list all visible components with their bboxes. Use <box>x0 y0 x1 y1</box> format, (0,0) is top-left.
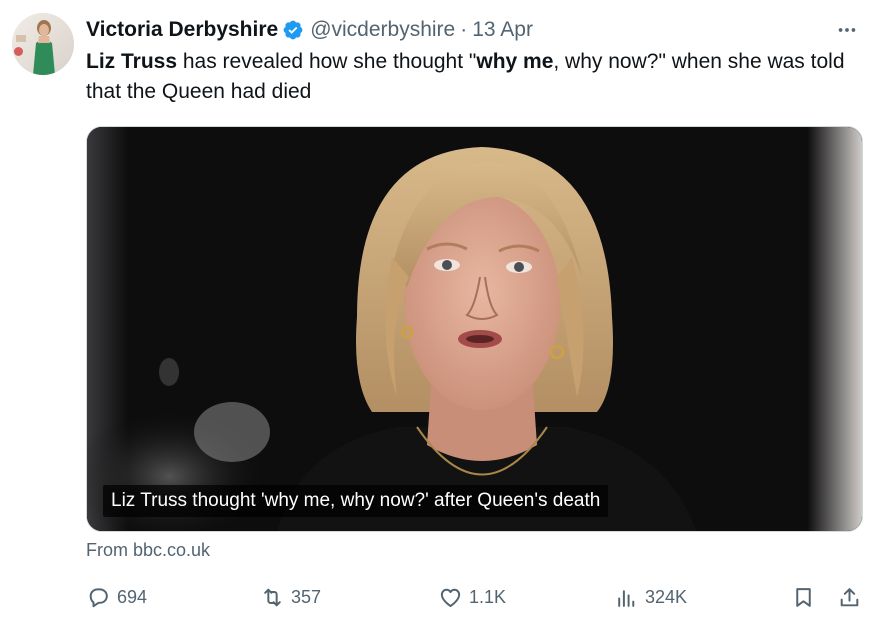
author-display-name[interactable]: Victoria Derbyshire <box>86 18 278 42</box>
tweet-action-bar: 694 357 1.1K 324K <box>86 580 876 614</box>
more-options-button[interactable] <box>832 15 862 45</box>
separator-dot: · <box>460 18 468 41</box>
like-icon <box>440 588 461 607</box>
tweet-text-segment: has revealed how she thought " <box>177 50 477 73</box>
like-count: 1.1K <box>469 586 507 607</box>
like-button[interactable]: 1.1K <box>438 580 506 614</box>
tweet-header: Victoria Derbyshire @vicderbyshire · 13 … <box>86 15 862 45</box>
media-video-card[interactable]: Liz Truss thought 'why me, why now?' aft… <box>86 126 863 532</box>
tweet-text: Liz Truss has revealed how she thought "… <box>86 47 876 107</box>
repost-icon <box>264 588 281 606</box>
bookmark-button[interactable] <box>791 580 816 614</box>
video-thumbnail <box>87 127 862 531</box>
views-button[interactable]: 324K <box>614 580 687 614</box>
tweet-date[interactable]: 13 Apr <box>472 18 533 42</box>
views-icon <box>618 589 635 607</box>
views-count: 324K <box>645 586 688 607</box>
bookmark-icon <box>796 587 811 607</box>
tweet-text-bold-name: Liz Truss <box>86 50 178 73</box>
video-caption: Liz Truss thought 'why me, why now?' aft… <box>103 485 609 517</box>
repost-count: 357 <box>291 586 322 607</box>
verified-badge-icon <box>283 20 303 40</box>
author-avatar[interactable] <box>12 13 74 75</box>
reply-count: 694 <box>117 586 148 607</box>
share-icon <box>840 587 859 606</box>
more-icon <box>838 28 856 32</box>
tweet-text-bold-quote: why me <box>476 50 554 73</box>
repost-button[interactable]: 357 <box>260 580 321 614</box>
reply-icon <box>89 587 108 607</box>
reply-button[interactable]: 694 <box>86 580 147 614</box>
author-handle[interactable]: @vicderbyshire <box>310 18 455 42</box>
share-button[interactable] <box>837 580 862 614</box>
link-source[interactable]: From bbc.co.uk <box>86 540 210 561</box>
